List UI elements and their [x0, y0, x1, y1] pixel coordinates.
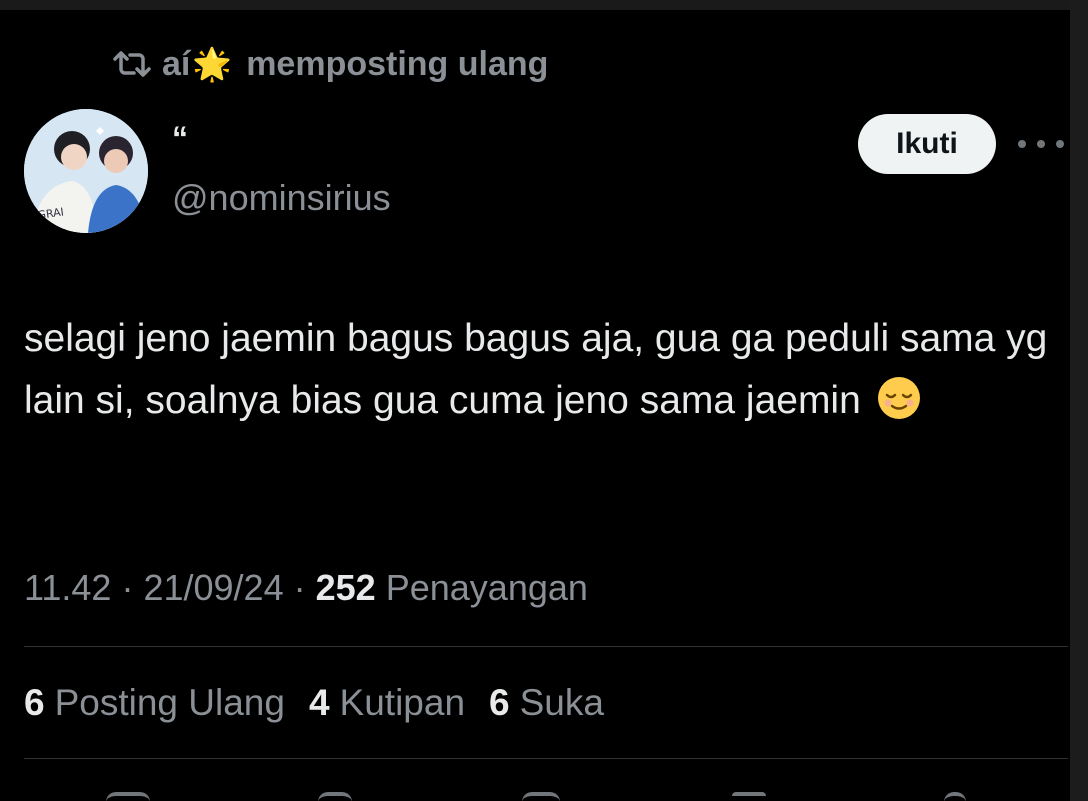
tweet-detail-screen: aí 🌟 memposting ulang GRAI “ @nominsiriu…	[0, 0, 1088, 801]
quotes-label: Kutipan	[339, 682, 466, 723]
reposts-label: Posting Ulang	[54, 682, 285, 723]
more-dot	[1018, 140, 1026, 148]
tweet-date[interactable]: 21/09/24	[143, 567, 283, 608]
heart-icon[interactable]	[522, 792, 560, 801]
top-edge	[0, 0, 1088, 10]
repost-label: memposting ulang	[246, 44, 549, 83]
more-dot	[1037, 140, 1045, 148]
reposts-stat[interactable]: 6 Posting Ulang	[24, 678, 285, 728]
avatar-photo: GRAI	[24, 109, 148, 233]
display-name[interactable]: “	[172, 118, 188, 158]
likes-count: 6	[489, 682, 510, 723]
engagement-stats: 6 Posting Ulang 4 Kutipan 6 Suka	[24, 678, 604, 728]
tweet-time[interactable]: 11.42	[24, 567, 111, 608]
views-label: Penayangan	[385, 567, 588, 608]
tweet-meta: 11.42 · 21/09/24 · 252 Penayangan	[24, 564, 588, 612]
relieved-face-emoji-icon	[877, 377, 920, 419]
bookmark-icon[interactable]	[732, 792, 766, 801]
meta-separator: ·	[293, 567, 306, 608]
right-edge	[1070, 0, 1088, 801]
user-handle[interactable]: @nominsirius	[172, 176, 391, 220]
share-icon[interactable]	[944, 792, 966, 801]
quotes-count: 4	[308, 682, 330, 723]
repost-user-name[interactable]: aí	[162, 45, 190, 84]
divider	[24, 758, 1068, 759]
likes-label: Suka	[519, 682, 604, 723]
more-dot	[1056, 140, 1064, 148]
repost-context[interactable]: aí 🌟 memposting ulang	[112, 40, 548, 88]
avatar[interactable]: GRAI	[24, 109, 148, 233]
star-emoji-icon: 🌟	[192, 46, 233, 82]
action-bar	[0, 780, 1088, 801]
reposts-count: 6	[24, 682, 45, 723]
repost-icon	[113, 51, 151, 77]
tweet-text: selagi jeno jaemin bagus bagus aja, gua …	[24, 308, 1064, 432]
reply-icon[interactable]	[106, 792, 150, 801]
more-icon[interactable]	[1018, 132, 1064, 156]
likes-stat[interactable]: 6 Suka	[489, 678, 604, 728]
divider	[24, 646, 1068, 647]
quotes-stat[interactable]: 4 Kutipan	[309, 678, 465, 728]
meta-separator: ·	[121, 567, 134, 608]
repost-action-icon[interactable]	[318, 792, 352, 801]
views-count: 252	[315, 567, 376, 608]
follow-button[interactable]: Ikuti	[858, 114, 996, 174]
